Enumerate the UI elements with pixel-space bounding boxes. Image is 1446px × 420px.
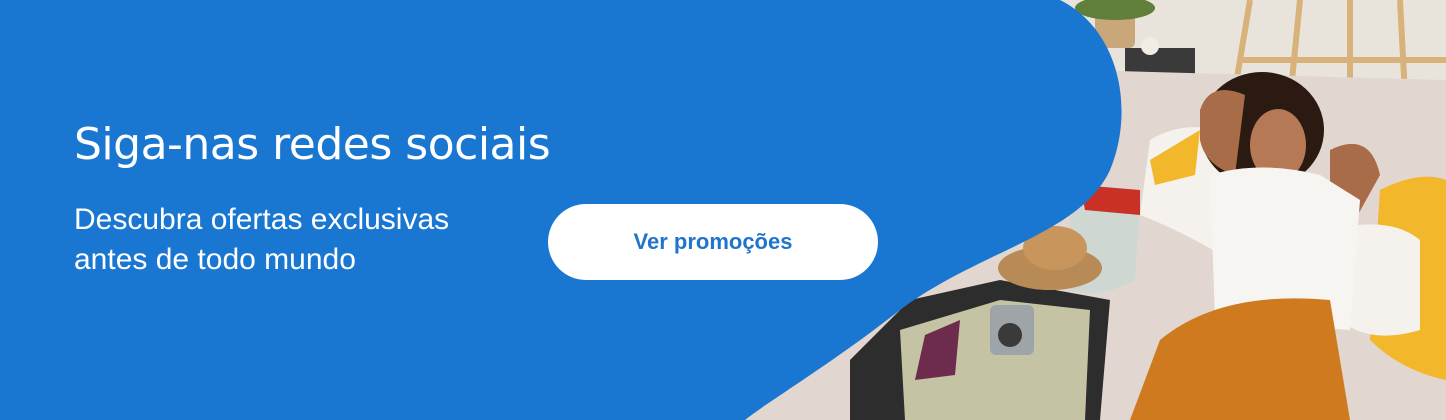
view-promotions-button[interactable]: Ver promoções <box>548 204 878 280</box>
banner-content: Siga-nas redes sociais Descubra ofertas … <box>74 116 894 316</box>
banner-title: Siga-nas redes sociais <box>74 119 551 170</box>
banner-subtitle: Descubra ofertas exclusivas antes de tod… <box>74 203 450 276</box>
promo-banner: Siga-nas redes sociais Descubra ofertas … <box>0 0 1446 420</box>
